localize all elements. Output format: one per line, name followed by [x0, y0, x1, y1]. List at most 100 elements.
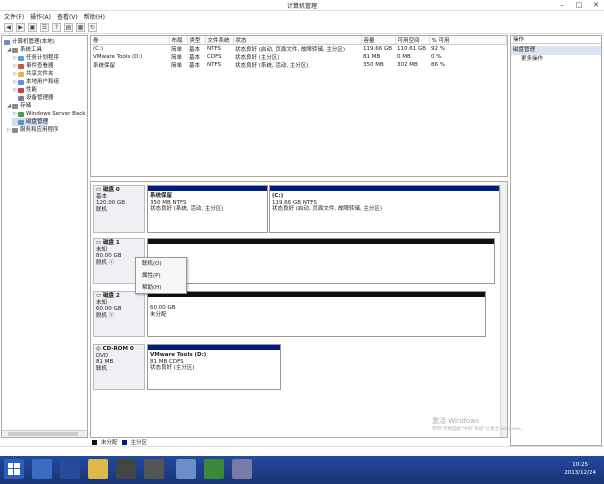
legend-label-primary: 主分区 [130, 440, 148, 446]
disk-graphical-view: ▭ 磁盘 0 基本 120.00 GB 联机 系统保留 350 MB NTFS … [90, 181, 508, 438]
tree-item-event-viewer[interactable]: ▷ 事件查看器 [12, 62, 53, 70]
tree-item-disk-management[interactable]: 磁盘管理 [12, 118, 49, 126]
partition-disk2-unallocated[interactable]: 60.00 GB 未分配 [147, 291, 486, 337]
start-icon[interactable] [4, 459, 24, 479]
col-filesystem[interactable]: 文件系统 [205, 36, 234, 45]
col-capacity[interactable]: 容量 [361, 36, 396, 45]
col-volume[interactable]: 卷 [91, 36, 170, 45]
tree-item-device-manager[interactable]: 设备管理器 [12, 94, 54, 102]
info-icon: ⓘ [108, 312, 115, 319]
disk-status: 脱机 [96, 259, 108, 266]
disk-icon: ▭ [96, 240, 103, 246]
disk-icon: ▭ [96, 293, 103, 299]
col-free[interactable]: 可用空间 [395, 36, 430, 45]
tree-item-shared-folders[interactable]: ▷ 共享文件夹 [12, 70, 53, 78]
view-icon[interactable]: ▦ [76, 22, 85, 32]
powershell-icon[interactable] [60, 459, 80, 479]
refresh-icon[interactable]: ↻ [88, 22, 97, 32]
device-taskbar-icon[interactable] [232, 459, 252, 479]
more-actions-link[interactable]: 更多操作 [511, 55, 601, 63]
legend-swatch-primary [121, 439, 127, 445]
server-manager-icon[interactable] [32, 459, 52, 479]
users-icon [18, 79, 24, 85]
tree-item-task-scheduler[interactable]: ▷ 任务计划程序 [12, 54, 59, 62]
maximize-button[interactable]: □ [571, 0, 587, 10]
tree-item-computer-management[interactable]: 计算机管理(本地) [4, 38, 55, 46]
minimize-button[interactable]: – [554, 0, 570, 10]
table-row[interactable]: (C:) 简单 基本 NTFS 状态良好 (启动, 页面文件, 故障转储, 主分… [91, 45, 507, 53]
tree-item-services-apps[interactable]: ▷ 服务和应用程序 [6, 126, 58, 134]
volume-name: (C:) [93, 46, 103, 52]
table-row[interactable]: 系统保留 简单 基本 NTFS 状态良好 (系统, 活动, 主分区) 350 M… [91, 61, 507, 69]
toolbar: ◀ ▶ ▣ ☰ ? ▤ ▦ ↻ [0, 21, 604, 34]
partition-vmware-tools[interactable]: VMware Tools (D:) 81 MB CDFS 状态良好 (主分区) [147, 344, 281, 390]
disk-2-label[interactable]: ▭ 磁盘 2 未知 60.00 GB 脱机 ⓘ [93, 291, 145, 337]
col-percent-free[interactable]: % 可用 [429, 36, 507, 45]
volume-fs: NTFS [207, 46, 222, 52]
col-layout[interactable]: 布局 [169, 36, 188, 45]
vertical-scrollbar[interactable] [500, 182, 507, 437]
info-icon: ⓘ [108, 259, 115, 266]
volume-type: 基本 [189, 47, 201, 53]
disk-0-label[interactable]: ▭ 磁盘 0 基本 120.00 GB 联机 [93, 185, 145, 233]
menu-file[interactable]: 文件(F) [4, 12, 24, 21]
console-icon[interactable]: ▤ [64, 22, 73, 32]
volume-percent: 86 % [431, 62, 445, 68]
menu-help[interactable]: 帮助(H) [84, 12, 105, 21]
tree-item-windows-server-backup[interactable]: ▷ Windows Server Back [12, 110, 85, 118]
menu-item-properties[interactable]: 属性(P) [136, 270, 186, 282]
tree-item-system-tools[interactable]: ◢ 系统工具 [6, 46, 42, 54]
col-status[interactable]: 状态 [233, 36, 362, 45]
actions-section-disk-management[interactable]: 磁盘管理 [511, 46, 601, 55]
performance-icon [18, 87, 24, 93]
volume-status: 状态良好 (系统, 活动, 主分区) [235, 63, 309, 69]
tree-item-performance[interactable]: ▷ 性能 [12, 86, 37, 94]
menu-view[interactable]: 查看(V) [57, 12, 78, 21]
backup-icon [18, 111, 24, 117]
volume-capacity: 350 MB [363, 62, 384, 68]
menu-item-help[interactable]: 帮助(H) [136, 282, 186, 294]
tree-item-local-users[interactable]: ▷ 本地用户和组 [12, 78, 59, 86]
status-bar [0, 446, 604, 456]
partition-system-reserved[interactable]: 系统保留 350 MB NTFS 状态良好 (系统, 活动, 主分区) [147, 185, 268, 233]
cdrom-0-label[interactable]: ◎ CD-ROM 0 DVD 81 MB 联机 [93, 344, 145, 390]
legend-swatch-unallocated [92, 439, 97, 445]
menu-item-online[interactable]: 联机(O) [136, 258, 186, 270]
close-button[interactable]: ✕ [588, 0, 604, 10]
cmd-icon[interactable] [144, 459, 164, 479]
legend: 未分配 主分区 [90, 438, 508, 446]
partition-c[interactable]: (C:) 119.66 GB NTFS 状态良好 (启动, 页面文件, 故障转储… [269, 185, 500, 233]
disk-status: 脱机 [96, 312, 108, 319]
volume-capacity: 81 MB [363, 54, 381, 60]
volume-fs: NTFS [207, 62, 222, 68]
title-bar: 计算机管理 – □ ✕ [0, 0, 604, 11]
clock-date: 2013/12/24 [564, 470, 596, 476]
computer-icon [4, 39, 10, 45]
console-tree: 计算机管理(本地) ◢ 系统工具 ▷ 任务计划程序 ▷ 事件查看器 ▷ 共享文件… [1, 35, 88, 438]
system-clock[interactable]: 10:25 2013/12/24 [564, 461, 596, 477]
menu-bar: 文件(F) 操作(A) 查看(V) 帮助(H) [0, 11, 604, 21]
volume-status: 状态良好 (主分区) [235, 55, 280, 61]
network-icon[interactable] [204, 459, 224, 479]
help-icon[interactable]: ? [52, 22, 61, 32]
clock-time: 10:25 [572, 462, 589, 468]
up-folder-icon[interactable]: ▣ [28, 22, 37, 32]
volume-free: 302 MB [397, 62, 418, 68]
horizontal-scrollbar[interactable] [2, 430, 87, 437]
disk-status: 联机 [96, 365, 108, 372]
forward-icon[interactable]: ▶ [16, 22, 25, 32]
properties-icon[interactable]: ☰ [40, 22, 49, 32]
col-type[interactable]: 类型 [187, 36, 206, 45]
computer-management-taskbar-icon[interactable] [176, 459, 196, 479]
tree-item-storage[interactable]: ◢ 存储 [6, 102, 31, 110]
volume-percent: 92 % [431, 46, 445, 52]
console-taskbar-icon[interactable] [116, 459, 136, 479]
context-menu: 联机(O) 属性(P) 帮助(H) [135, 257, 187, 294]
table-row[interactable]: VMware Tools (D:) 简单 基本 CDFS 状态良好 (主分区) … [91, 53, 507, 61]
device-manager-icon [18, 95, 24, 101]
menu-action[interactable]: 操作(A) [30, 12, 51, 21]
volume-layout: 简单 [171, 55, 183, 61]
partition-disk1-unallocated[interactable] [147, 238, 495, 284]
file-explorer-icon[interactable] [88, 459, 108, 479]
back-icon[interactable]: ◀ [4, 22, 13, 32]
